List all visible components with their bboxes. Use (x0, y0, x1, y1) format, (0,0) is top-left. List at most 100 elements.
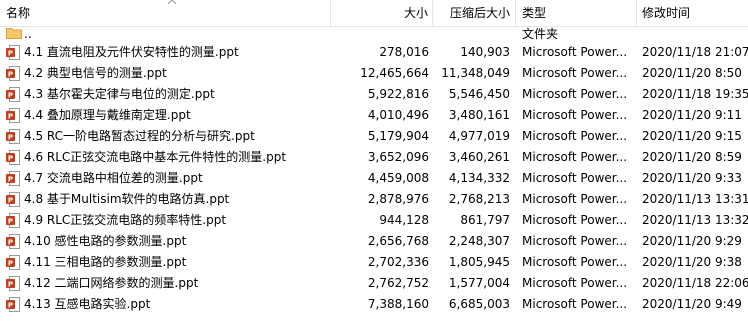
column-divider[interactable] (515, 0, 516, 26)
powerpoint-file-icon: P (6, 129, 20, 144)
powerpoint-file-icon: P (6, 192, 20, 207)
file-row[interactable]: P 4.13 互感电路实验.ppt 7,388,160 6,685,003 Micros… (0, 294, 748, 315)
parent-folder-row[interactable]: .. 文件夹 (0, 27, 748, 42)
file-modified: 2020/11/20 9:33 (642, 171, 742, 185)
file-name: 4.5 RC一阶电路暂态过程的分析与研究.ppt (24, 129, 255, 143)
file-modified: 2020/11/20 9:15 (642, 129, 742, 143)
file-type: Microsoft Power... (522, 192, 628, 206)
column-header-name[interactable]: 名称 (6, 0, 30, 26)
file-modified: 2020/11/18 19:35 (642, 87, 748, 101)
powerpoint-file-icon: P (6, 66, 20, 81)
file-size: 4,010,496 (367, 108, 429, 122)
file-compressed-size: 4,134,332 (448, 171, 510, 185)
file-type: Microsoft Power... (522, 213, 628, 227)
file-compressed-size: 3,480,161 (448, 108, 510, 122)
file-size: 2,878,976 (367, 192, 429, 206)
svg-text:P: P (8, 113, 13, 121)
file-name: 4.9 RLC正弦交流电路的频率特性.ppt (24, 213, 227, 227)
file-type: Microsoft Power... (522, 276, 628, 290)
powerpoint-file-icon: P (6, 171, 20, 186)
powerpoint-file-icon: P (6, 255, 20, 270)
file-row[interactable]: P 4.9 RLC正弦交流电路的频率特性.ppt 944,128 861,797 Mic… (0, 210, 748, 231)
file-modified: 2020/11/18 21:07 (642, 45, 748, 59)
svg-text:P: P (8, 197, 13, 205)
file-type: Microsoft Power... (522, 171, 628, 185)
file-size: 944,128 (379, 213, 429, 227)
file-compressed-size: 5,546,450 (448, 87, 510, 101)
column-header-compressed-size[interactable]: 压缩后大小 (450, 0, 510, 26)
file-compressed-size: 6,685,003 (448, 297, 510, 311)
svg-text:P: P (8, 176, 13, 184)
parent-folder-type: 文件夹 (522, 27, 559, 41)
file-size: 7,388,160 (367, 297, 429, 311)
file-row[interactable]: P 4.7 交流电路中相位差的测量.ppt 4,459,008 4,134,332 Mi… (0, 168, 748, 189)
file-size: 4,459,008 (367, 171, 429, 185)
file-modified: 2020/11/13 13:31 (642, 192, 748, 206)
file-size: 2,762,752 (367, 276, 429, 290)
file-compressed-size: 1,577,004 (448, 276, 510, 290)
file-name: 4.6 RLC正弦交流电路中基本元件特性的测量.ppt (24, 150, 287, 164)
powerpoint-file-icon: P (6, 108, 20, 123)
file-compressed-size: 861,797 (460, 213, 510, 227)
file-compressed-size: 4,977,019 (448, 129, 510, 143)
svg-text:P: P (8, 155, 13, 163)
file-name: 4.13 互感电路实验.ppt (24, 297, 151, 311)
file-size: 278,016 (379, 45, 429, 59)
file-compressed-size: 11,348,049 (441, 66, 510, 80)
powerpoint-file-icon: P (6, 150, 20, 165)
file-modified: 2020/11/20 9:29 (642, 234, 742, 248)
file-name: 4.12 二端口网络参数的测量.ppt (24, 276, 199, 290)
file-row[interactable]: P 4.5 RC一阶电路暂态过程的分析与研究.ppt 5,179,904 4,977,… (0, 126, 748, 147)
file-row[interactable]: P 4.12 二端口网络参数的测量.ppt 2,762,752 1,577,004 Mi… (0, 273, 748, 294)
file-list-pane: 名称 大小 压缩后大小 类型 修改时间 .. 文件夹 P 4.1 直流电阻及元件伏… (0, 0, 748, 327)
file-modified: 2020/11/13 13:32 (642, 213, 748, 227)
file-row[interactable]: P 4.4 叠加原理与戴维南定理.ppt 4,010,496 3,480,161 Mic… (0, 105, 748, 126)
file-list: .. 文件夹 P 4.1 直流电阻及元件伏安特性的测量.ppt 278,016 140… (0, 27, 748, 315)
powerpoint-file-icon: P (6, 234, 20, 249)
file-row[interactable]: P 4.6 RLC正弦交流电路中基本元件特性的测量.ppt 3,652,096 3,4… (0, 147, 748, 168)
file-size: 5,179,904 (367, 129, 429, 143)
svg-text:P: P (8, 218, 13, 226)
svg-text:P: P (8, 260, 13, 268)
file-type: Microsoft Power... (522, 234, 628, 248)
file-size: 12,465,664 (360, 66, 429, 80)
file-type: Microsoft Power... (522, 297, 628, 311)
file-modified: 2020/11/20 8:50 (642, 66, 742, 80)
column-header-type[interactable]: 类型 (522, 0, 546, 26)
file-size: 2,656,768 (367, 234, 429, 248)
file-size: 2,702,336 (367, 255, 429, 269)
file-row[interactable]: P 4.2 典型电信号的测量.ppt 12,465,664 11,348,049 Mic… (0, 63, 748, 84)
sort-ascending-icon (167, 0, 177, 5)
file-compressed-size: 3,460,261 (448, 150, 510, 164)
svg-text:P: P (8, 50, 13, 58)
file-modified: 2020/11/20 9:49 (642, 297, 742, 311)
parent-folder-label: .. (24, 27, 32, 41)
file-compressed-size: 2,248,307 (448, 234, 510, 248)
column-header-size[interactable]: 大小 (404, 0, 428, 26)
file-row[interactable]: P 4.8 基于Multisim软件的电路仿真.ppt 2,878,976 2,768… (0, 189, 748, 210)
file-name: 4.4 叠加原理与戴维南定理.ppt (24, 108, 191, 122)
folder-icon (6, 28, 22, 39)
svg-text:P: P (8, 71, 13, 79)
column-divider[interactable] (432, 0, 433, 26)
column-header-modified[interactable]: 修改时间 (642, 0, 690, 26)
file-row[interactable]: P 4.11 三相电路的参数测量.ppt 2,702,336 1,805,945 Mic… (0, 252, 748, 273)
file-row[interactable]: P 4.3 基尔霍夫定律与电位的测定.ppt 5,922,816 5,546,450 M… (0, 84, 748, 105)
file-type: Microsoft Power... (522, 129, 628, 143)
powerpoint-file-icon: P (6, 213, 20, 228)
file-type: Microsoft Power... (522, 87, 628, 101)
file-compressed-size: 2,768,213 (448, 192, 510, 206)
svg-text:P: P (8, 302, 13, 310)
file-modified: 2020/11/20 9:11 (642, 108, 742, 122)
column-divider[interactable] (330, 0, 331, 26)
column-divider[interactable] (636, 0, 637, 26)
file-type: Microsoft Power... (522, 150, 628, 164)
powerpoint-file-icon: P (6, 87, 20, 102)
column-header-bar: 名称 大小 压缩后大小 类型 修改时间 (0, 0, 748, 27)
file-name: 4.8 基于Multisim软件的电路仿真.ppt (24, 192, 230, 206)
file-row[interactable]: P 4.1 直流电阻及元件伏安特性的测量.ppt 278,016 140,903 Mic… (0, 42, 748, 63)
powerpoint-file-icon: P (6, 45, 20, 60)
file-type: Microsoft Power... (522, 255, 628, 269)
file-row[interactable]: P 4.10 感性电路的参数测量.ppt 2,656,768 2,248,307 Mic… (0, 231, 748, 252)
file-size: 3,652,096 (367, 150, 429, 164)
